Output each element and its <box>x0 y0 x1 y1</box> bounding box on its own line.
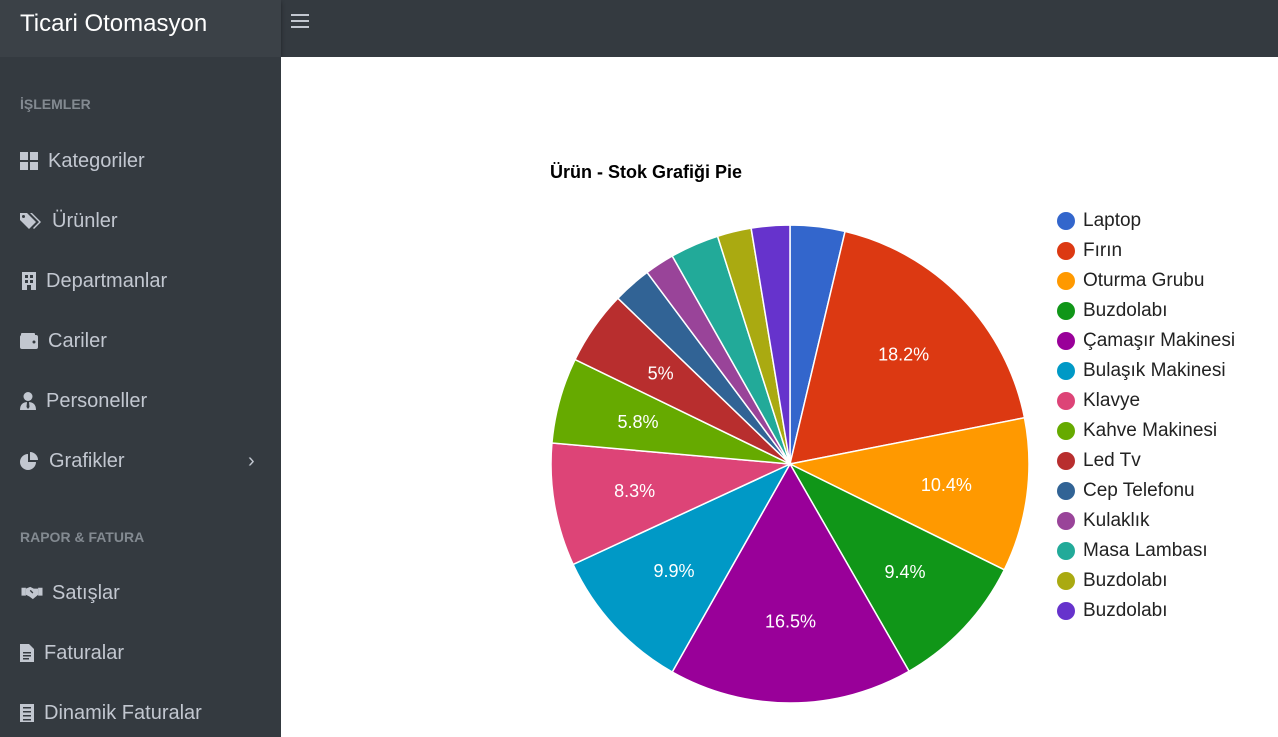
legend-swatch <box>1057 242 1075 260</box>
legend-label: Fırın <box>1083 240 1123 261</box>
hamburger-menu-icon[interactable] <box>291 10 309 34</box>
legend-swatch <box>1057 302 1075 320</box>
legend-swatch <box>1057 422 1075 440</box>
legend-item[interactable]: Çamaşır Makinesi <box>1057 326 1235 356</box>
pie-slice-label-7: 5.8% <box>617 412 658 432</box>
legend-item[interactable]: Buzdolabı <box>1057 296 1235 326</box>
legend-item[interactable]: Oturma Grubu <box>1057 266 1235 296</box>
sidebar-item-label: Kategoriler <box>48 150 145 172</box>
legend-label: Bulaşık Makinesi <box>1083 360 1226 381</box>
legend-swatch <box>1057 602 1075 620</box>
legend-label: Masa Lambası <box>1083 540 1208 561</box>
legend-item[interactable]: Kulaklık <box>1057 506 1235 536</box>
sidebar-item-label: Personeller <box>46 390 148 412</box>
legend-item[interactable]: Led Tv <box>1057 446 1235 476</box>
sidebar-item-cariler[interactable]: Cariler <box>0 319 281 363</box>
legend-item[interactable]: Buzdolabı <box>1057 566 1235 596</box>
pie-slice-label-3: 9.4% <box>884 562 925 582</box>
pie-slice-label-5: 9.9% <box>653 561 694 581</box>
pie-chart: 18.2% 10.4% 9.4% 16.5% 9.9% 8.3% 5.8% 5% <box>550 224 1030 704</box>
sidebar: İŞLEMLER Kategoriler Ürünler Departmanla… <box>0 57 281 737</box>
sidebar-item-dinamik-faturalar[interactable]: Dinamik Faturalar <box>0 691 281 735</box>
building-icon <box>22 272 36 290</box>
sidebar-item-label: Cariler <box>48 330 107 352</box>
legend-item[interactable]: Bulaşık Makinesi <box>1057 356 1235 386</box>
legend-label: Oturma Grubu <box>1083 270 1205 291</box>
sidebar-item-label: Faturalar <box>44 642 125 664</box>
legend-label: Kulaklık <box>1083 510 1150 531</box>
legend-item[interactable]: Buzdolabı <box>1057 596 1235 626</box>
sidebar-item-kategoriler[interactable]: Kategoriler <box>0 139 281 183</box>
sidebar-section-rapor-fatura: RAPOR & FATURA <box>20 529 145 545</box>
sidebar-item-label: Ürünler <box>52 210 118 232</box>
app-brand[interactable]: Ticari Otomasyon <box>0 0 281 57</box>
legend-swatch <box>1057 482 1075 500</box>
legend-item[interactable]: Masa Lambası <box>1057 536 1235 566</box>
pie-slice-label-8: 5% <box>648 364 674 384</box>
legend-swatch <box>1057 272 1075 290</box>
handshake-icon <box>21 586 43 600</box>
top-navbar: Ticari Otomasyon <box>0 0 1278 57</box>
chart-title: Ürün - Stok Grafiği Pie <box>550 162 743 182</box>
legend-swatch <box>1057 332 1075 350</box>
pie-slice-label-2: 10.4% <box>921 475 972 495</box>
pie-slice-label-6: 8.3% <box>614 481 655 501</box>
legend-label: Buzdolabı <box>1083 570 1168 591</box>
sidebar-item-label: Grafikler <box>49 450 125 472</box>
sidebar-section-islemler: İŞLEMLER <box>20 96 91 112</box>
legend-label: Led Tv <box>1083 450 1141 471</box>
legend-label: Cep Telefonu <box>1083 480 1195 501</box>
legend-swatch <box>1057 392 1075 410</box>
th-large-icon <box>20 152 38 170</box>
legend-label: Buzdolabı <box>1083 300 1168 321</box>
legend-item[interactable]: Cep Telefonu <box>1057 476 1235 506</box>
sidebar-item-faturalar[interactable]: Faturalar <box>0 631 281 675</box>
legend-item[interactable]: Laptop <box>1057 206 1235 236</box>
sidebar-item-urunler[interactable]: Ürünler <box>0 199 281 243</box>
legend-label: Kahve Makinesi <box>1083 420 1218 441</box>
sidebar-item-label: Departmanlar <box>46 270 168 292</box>
sidebar-item-label: Satışlar <box>52 582 120 604</box>
legend-swatch <box>1057 542 1075 560</box>
sidebar-item-satislar[interactable]: Satışlar <box>0 571 281 615</box>
chart-legend: Laptop Fırın Oturma Grubu Buzdolabı Çamaşır … <box>1057 206 1235 626</box>
legend-item[interactable]: Fırın <box>1057 236 1235 266</box>
sidebar-item-grafikler[interactable]: Grafikler › <box>0 439 281 483</box>
tags-icon <box>20 213 41 229</box>
chevron-right-icon: › <box>248 450 255 472</box>
legend-swatch <box>1057 362 1075 380</box>
legend-swatch <box>1057 512 1075 530</box>
legend-swatch <box>1057 572 1075 590</box>
wallet-icon <box>20 333 38 349</box>
sidebar-item-departmanlar[interactable]: Departmanlar <box>0 259 281 303</box>
legend-label: Klavye <box>1083 390 1141 411</box>
pie-slice-label-1: 18.2% <box>878 345 929 365</box>
sidebar-item-personeller[interactable]: Personeller <box>0 379 281 423</box>
legend-swatch <box>1057 212 1075 230</box>
legend-label: Buzdolabı <box>1083 600 1168 621</box>
pie-slice-label-4: 16.5% <box>765 612 816 632</box>
legend-item[interactable]: Klavye <box>1057 386 1235 416</box>
legend-label: Laptop <box>1083 210 1142 231</box>
legend-swatch <box>1057 452 1075 470</box>
sidebar-item-label: Dinamik Faturalar <box>44 702 202 724</box>
file-list-icon <box>20 704 34 722</box>
file-invoice-icon <box>20 644 34 662</box>
legend-item[interactable]: Kahve Makinesi <box>1057 416 1235 446</box>
pie-chart-icon <box>20 452 38 470</box>
user-tie-icon <box>20 392 36 410</box>
legend-label: Çamaşır Makinesi <box>1083 330 1236 351</box>
